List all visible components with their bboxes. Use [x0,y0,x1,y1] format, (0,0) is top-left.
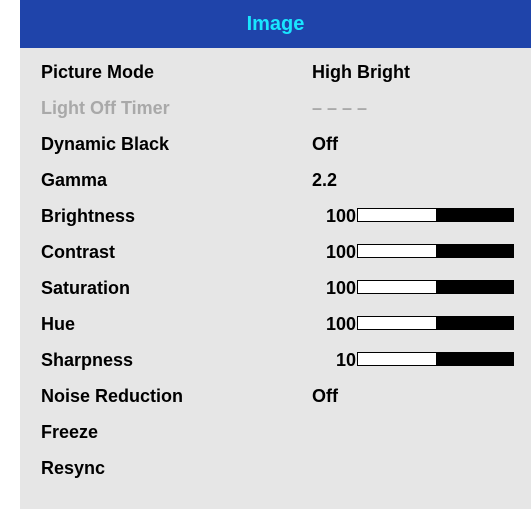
menu-item-light-off-timer: Light Off Timer – – – – [20,90,531,126]
menu-item-label: Contrast [41,242,116,262]
osd-menu-panel: Image Picture Mode High Bright Light Off… [20,0,531,509]
menu-item-dynamic-black[interactable]: Dynamic Black Off [20,126,531,162]
menu-item-hue[interactable]: Hue 100 [20,306,531,342]
menu-item-label: Light Off Timer [41,98,170,118]
slider-fill [435,245,513,257]
slider-value: 100 [325,278,356,298]
menu-item-label: Sharpness [41,350,134,370]
menu-item-value: – – – – [312,98,368,118]
menu-title: Image [20,0,531,48]
menu-item-picture-mode[interactable]: Picture Mode High Bright [20,54,531,90]
sharpness-slider-bar[interactable] [357,352,514,366]
menu-item-resync[interactable]: Resync [20,450,531,486]
menu-item-label: Freeze [41,422,99,442]
menu-item-value: High Bright [312,62,410,82]
slider-fill [435,353,513,365]
slider-value: 100 [325,206,356,226]
menu-item-label: Saturation [41,278,131,298]
menu-item-value: Off [312,386,338,406]
contrast-slider-bar[interactable] [357,244,514,258]
menu-item-label: Noise Reduction [41,386,184,406]
saturation-slider-bar[interactable] [357,280,514,294]
menu-item-gamma[interactable]: Gamma 2.2 [20,162,531,198]
slider-value: 100 [325,242,356,262]
slider-fill [435,209,513,221]
hue-slider-bar[interactable] [357,316,514,330]
menu-item-label: Resync [41,458,106,478]
menu-item-label: Picture Mode [41,62,155,82]
menu-item-contrast[interactable]: Contrast 100 [20,234,531,270]
menu-item-value: 2.2 [312,170,338,190]
menu-item-label: Gamma [41,170,108,190]
slider-fill [435,281,513,293]
menu-item-noise-reduction[interactable]: Noise Reduction Off [20,378,531,414]
menu-item-freeze[interactable]: Freeze [20,414,531,450]
menu-item-label: Hue [41,314,76,334]
menu-item-saturation[interactable]: Saturation 100 [20,270,531,306]
slider-value: 100 [325,314,356,334]
menu-item-brightness[interactable]: Brightness 100 [20,198,531,234]
menu-item-sharpness[interactable]: Sharpness 10 [20,342,531,378]
menu-item-label: Dynamic Black [41,134,170,154]
slider-value: 10 [335,350,356,370]
menu-item-label: Brightness [41,206,136,226]
brightness-slider-bar[interactable] [357,208,514,222]
slider-fill [435,317,513,329]
menu-item-value: Off [312,134,338,154]
